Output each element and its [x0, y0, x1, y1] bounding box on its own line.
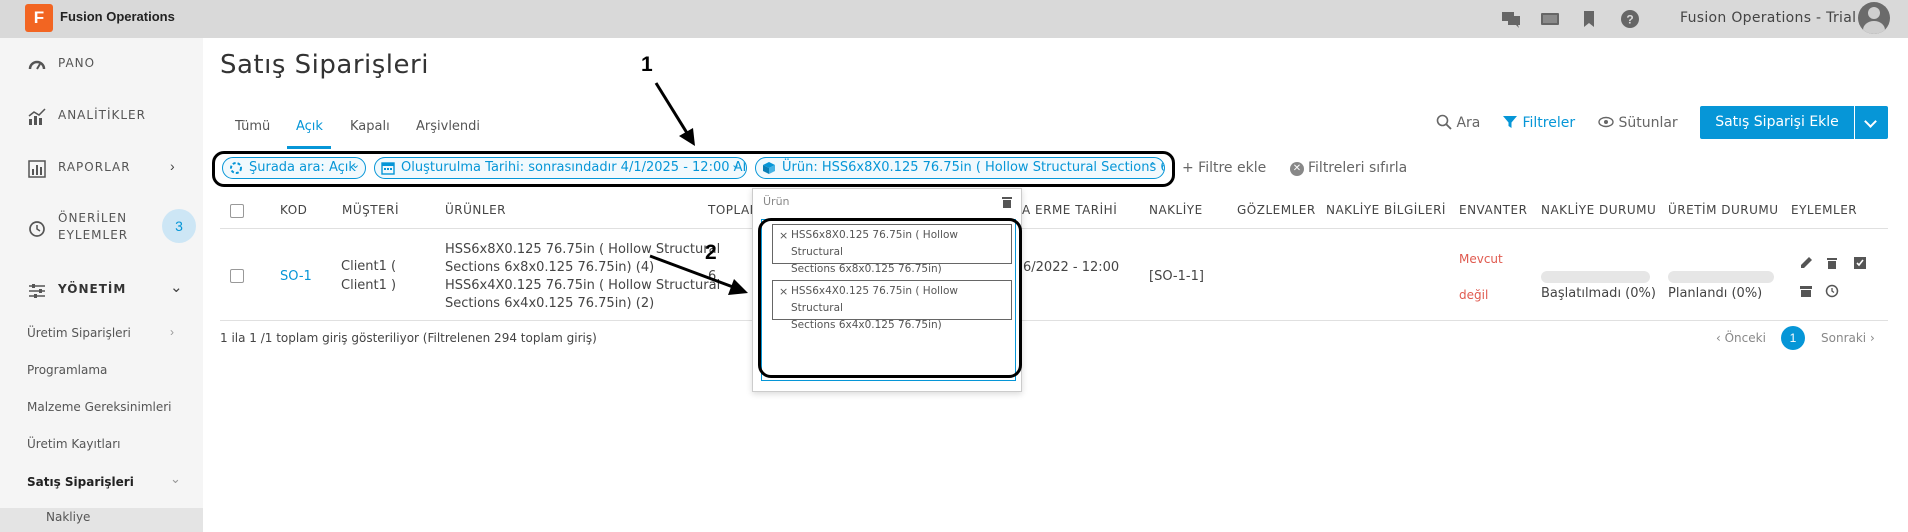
annotation-arrow-1	[654, 82, 689, 134]
arrowhead-icon	[728, 279, 748, 295]
annotation-arrows	[649, 82, 748, 295]
annotation-arrow-2	[649, 254, 734, 289]
